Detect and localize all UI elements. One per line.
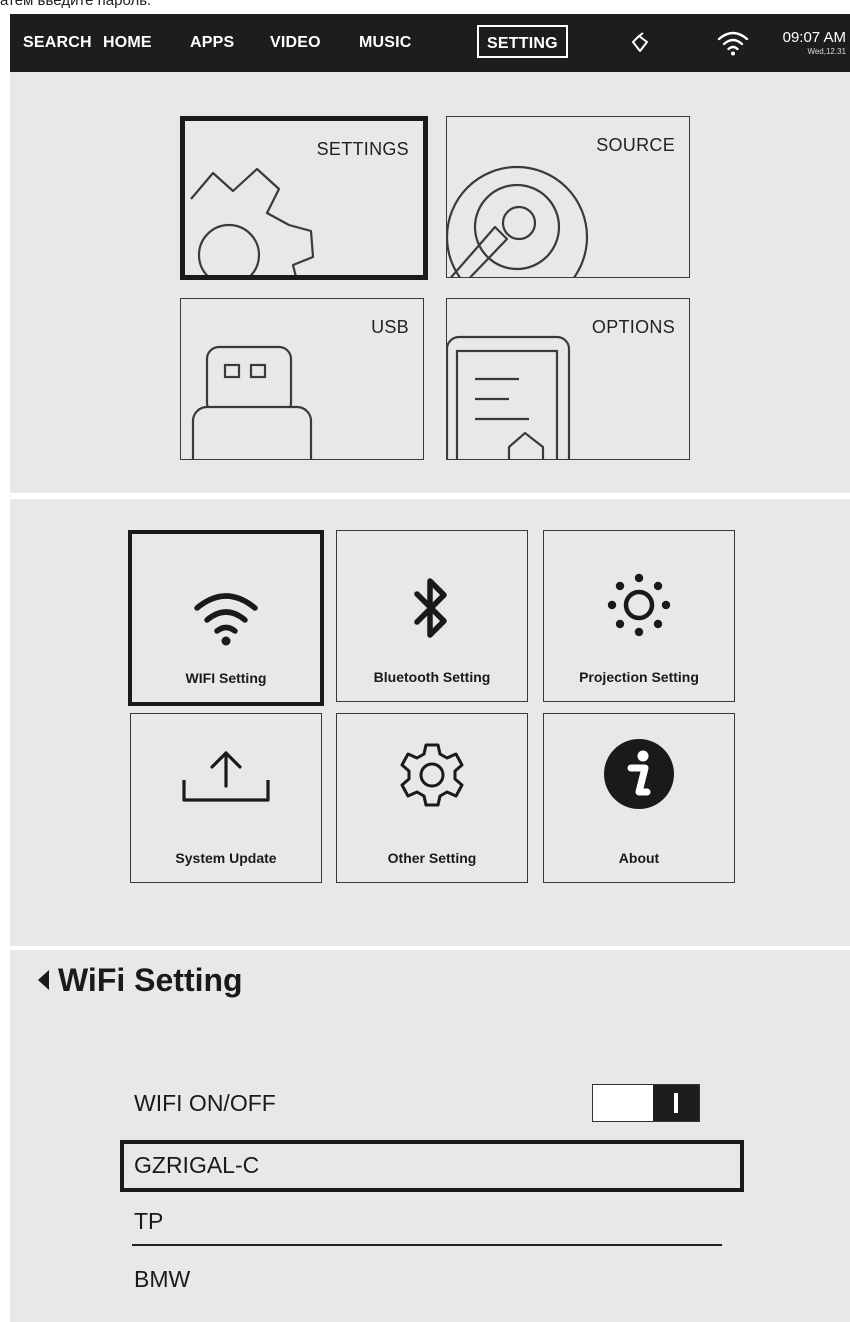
network-item[interactable]: TP	[134, 1208, 163, 1235]
projection-setting-button[interactable]: Projection Setting	[543, 530, 735, 702]
wifi-icon	[194, 593, 258, 646]
nav-setting[interactable]: SETTING	[477, 25, 568, 58]
network-item[interactable]: GZRIGAL-C	[134, 1152, 259, 1179]
wifi-toggle-switch[interactable]	[592, 1084, 700, 1122]
wifi-setting-label: WIFI Setting	[185, 670, 267, 686]
disc-source-icon	[447, 165, 589, 277]
tile-usb[interactable]: USB	[180, 298, 424, 460]
tile-settings[interactable]: SETTINGS	[180, 116, 428, 280]
gear-icon	[400, 743, 464, 807]
clock-time: 09:07 AM	[782, 29, 846, 46]
wifi-setting-panel: WiFi Setting WIFI ON/OFF GZRIGAL-C TP BM…	[10, 950, 850, 1322]
brightness-sun-icon	[607, 573, 671, 637]
wifi-toggle-label: WIFI ON/OFF	[134, 1090, 276, 1116]
toggle-knob	[653, 1085, 699, 1121]
document-options-icon	[447, 335, 571, 459]
other-setting-label: Other Setting	[387, 850, 477, 866]
upload-update-icon	[182, 751, 270, 802]
usb-drive-icon	[191, 345, 313, 459]
nav-music[interactable]: MUSIC	[359, 14, 412, 72]
nav-apps[interactable]: APPS	[190, 14, 234, 72]
page-title: WiFi Setting	[58, 962, 243, 998]
top-navigation-bar: SEARCH HOME APPS VIDEO MUSIC SETTING 09:…	[10, 14, 850, 72]
nav-home[interactable]: HOME	[103, 14, 152, 72]
list-divider	[132, 1244, 722, 1246]
bluetooth-icon	[414, 578, 447, 638]
back-arrow-icon[interactable]	[36, 968, 50, 992]
top-caption-fragment: атем введите пароль.	[0, 0, 400, 8]
about-button[interactable]: About	[543, 713, 735, 883]
about-label: About	[618, 850, 660, 866]
bluetooth-setting-label: Bluetooth Setting	[373, 669, 491, 685]
nav-search[interactable]: SEARCH	[23, 14, 92, 72]
clock: 09:07 AM Wed,12.31	[764, 30, 846, 57]
system-update-button[interactable]: System Update	[130, 713, 322, 883]
system-update-label: System Update	[175, 850, 277, 866]
tile-source[interactable]: SOURCE	[446, 116, 690, 278]
network-item[interactable]: BMW	[134, 1266, 190, 1293]
gear-icon	[190, 167, 315, 275]
mouse-cursor-icon	[632, 32, 648, 52]
tile-options[interactable]: OPTIONS	[446, 298, 690, 460]
home-screen-panel: SETTINGS SOURCE USB OPTIONS	[10, 72, 850, 493]
clock-date: Wed,12.31	[807, 47, 846, 56]
projection-setting-label: Projection Setting	[579, 669, 699, 685]
other-setting-button[interactable]: Other Setting	[336, 713, 528, 883]
wifi-setting-button[interactable]: WIFI Setting	[128, 530, 324, 706]
wifi-page-header: WiFi Setting	[36, 962, 243, 999]
setting-menu-panel: WIFI Setting Bluetooth Setting Projectio…	[10, 499, 850, 946]
bluetooth-setting-button[interactable]: Bluetooth Setting	[336, 530, 528, 702]
wifi-status-icon	[717, 31, 749, 56]
nav-video[interactable]: VIDEO	[270, 14, 321, 72]
info-icon	[604, 739, 674, 809]
